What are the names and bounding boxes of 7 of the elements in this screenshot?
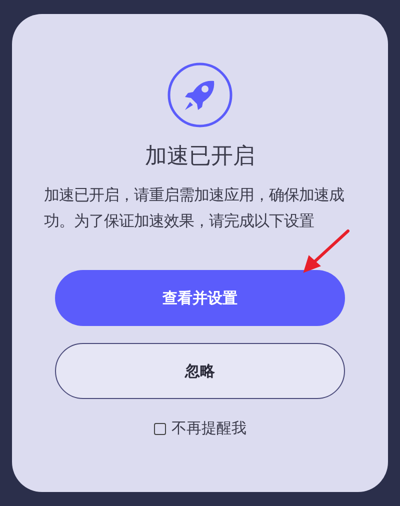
ignore-button[interactable]: 忽略 [55,343,345,399]
dialog-title: 加速已开启 [145,143,255,171]
checkbox-label[interactable]: 不再提醒我 [172,419,246,438]
checkbox[interactable] [154,422,166,434]
rocket-icon [167,62,233,128]
view-settings-button[interactable]: 查看并设置 [55,270,345,326]
dialog-message: 加速已开启，请重启需加速应用，确保加速成功。为了保证加速效果，请完成以下设置 [44,185,345,232]
